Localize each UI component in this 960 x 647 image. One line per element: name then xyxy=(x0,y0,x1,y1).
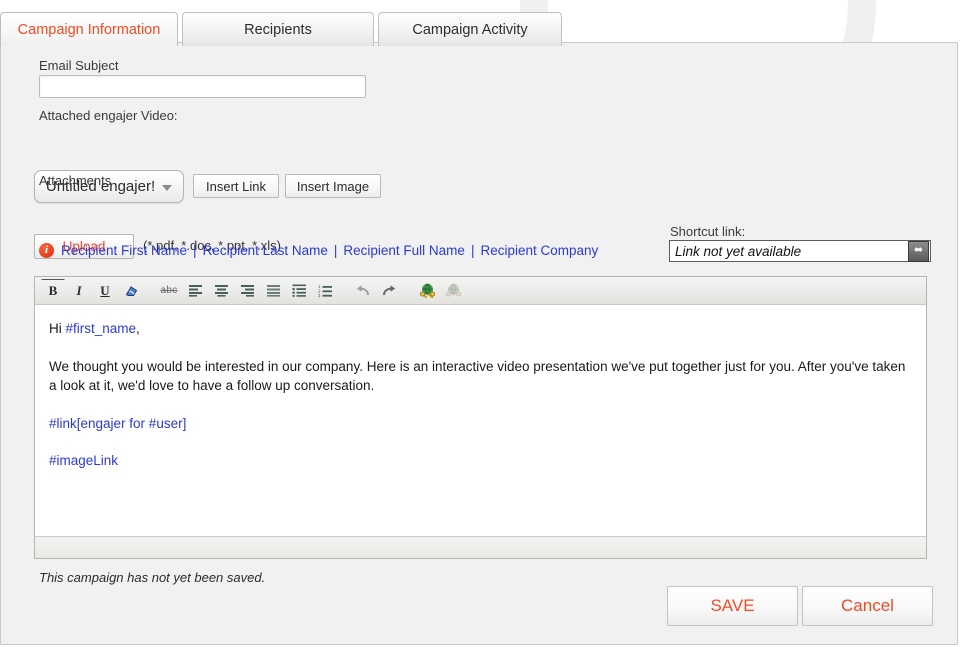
cancel-button[interactable]: Cancel xyxy=(802,586,933,626)
merge-field-separator: | xyxy=(193,243,197,258)
email-subject-input[interactable] xyxy=(39,75,366,98)
editor-status-bar xyxy=(35,536,926,558)
editor-paragraph: We thought you would be interested in ou… xyxy=(49,358,906,394)
editor-greeting-suffix: , xyxy=(136,321,140,336)
email-subject-label: Email Subject xyxy=(39,58,119,73)
insert-link-icon[interactable] xyxy=(415,279,439,303)
tab-label: Campaign Information xyxy=(17,22,161,38)
merge-field-recipient-company[interactable]: Recipient Company xyxy=(480,243,598,258)
bulleted-list-icon[interactable] xyxy=(287,279,311,303)
rich-text-editor: B I U abc 1 2 3 Hi #first_name, We thoug… xyxy=(34,276,927,559)
shortcut-link-label: Shortcut link: xyxy=(670,224,746,239)
expand-arrows-icon[interactable]: ⬌ xyxy=(908,240,929,262)
merge-token-first-name: #first_name xyxy=(65,321,137,336)
unlink-icon[interactable] xyxy=(441,279,465,303)
editor-toolbar: B I U abc 1 2 3 xyxy=(35,277,926,305)
chevron-down-icon xyxy=(162,184,173,191)
insert-link-button[interactable]: Insert Link xyxy=(193,174,279,198)
shortcut-link-input[interactable] xyxy=(670,242,908,260)
svg-text:3: 3 xyxy=(318,293,321,297)
insert-image-button[interactable]: Insert Image xyxy=(285,174,381,198)
campaign-information-panel: Email Subject Attached engajer Video: Un… xyxy=(0,42,958,645)
editor-greeting-line: Hi #first_name, xyxy=(49,319,912,339)
italic-icon[interactable]: I xyxy=(67,279,91,303)
info-icon: i xyxy=(39,243,54,258)
remove-format-icon[interactable] xyxy=(119,279,143,303)
campaign-editor-page: Campaign Information Recipients Campaign… xyxy=(0,0,960,647)
underline-icon[interactable]: U xyxy=(93,279,117,303)
tab-recipients[interactable]: Recipients xyxy=(182,12,374,46)
align-justify-icon[interactable] xyxy=(261,279,285,303)
editor-greeting-prefix: Hi xyxy=(49,321,66,336)
undo-icon[interactable] xyxy=(351,279,375,303)
merge-fields-row: i Recipient First Name | Recipient Last … xyxy=(39,243,598,258)
email-body-editor[interactable]: Hi #first_name, We thought you would be … xyxy=(35,305,926,536)
attached-video-label: Attached engajer Video: xyxy=(39,108,178,123)
align-center-icon[interactable] xyxy=(209,279,233,303)
shortcut-link-field: ⬌ xyxy=(669,240,931,262)
merge-field-recipient-first-name[interactable]: Recipient First Name xyxy=(61,243,187,258)
merge-field-recipient-full-name[interactable]: Recipient Full Name xyxy=(343,243,465,258)
align-right-icon[interactable] xyxy=(235,279,259,303)
tab-campaign-information[interactable]: Campaign Information xyxy=(0,12,178,47)
merge-field-separator: | xyxy=(470,243,475,258)
merge-token-image-link: #imageLink xyxy=(49,453,119,469)
numbered-list-icon[interactable]: 1 2 3 xyxy=(313,279,337,303)
align-left-icon[interactable] xyxy=(183,279,207,303)
save-status-text: This campaign has not yet been saved. xyxy=(39,570,266,585)
tab-bar: Campaign Information Recipients Campaign… xyxy=(0,6,566,47)
tab-label: Recipients xyxy=(244,22,312,38)
strikethrough-icon[interactable]: abc xyxy=(157,279,181,303)
tab-campaign-activity[interactable]: Campaign Activity xyxy=(378,12,562,46)
merge-field-recipient-last-name[interactable]: Recipient Last Name xyxy=(203,243,328,258)
merge-field-separator: | xyxy=(333,243,338,258)
save-button[interactable]: SAVE xyxy=(667,586,798,626)
bold-icon[interactable]: B xyxy=(41,278,65,303)
tab-label: Campaign Activity xyxy=(412,22,528,38)
attachments-label: Attachments xyxy=(39,173,112,188)
merge-token-engajer-link: #link[engajer for #user] xyxy=(49,415,187,431)
redo-icon[interactable] xyxy=(377,279,401,303)
